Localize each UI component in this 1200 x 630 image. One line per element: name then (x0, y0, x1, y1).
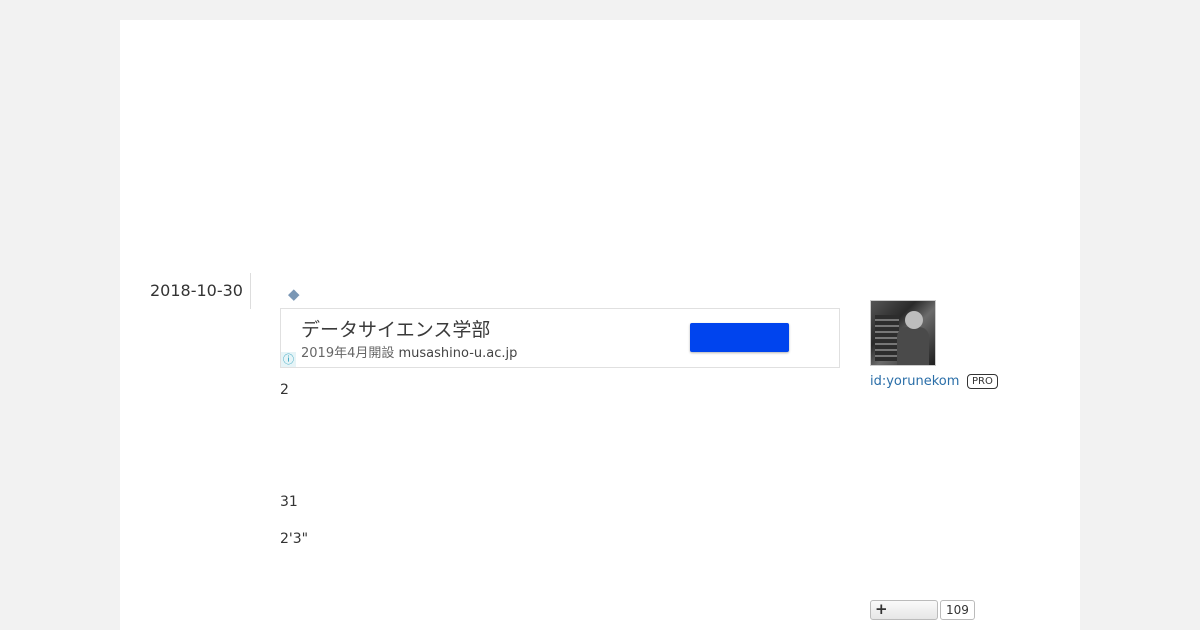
entry-text-line: 31 (280, 494, 298, 510)
avatar-background (875, 315, 899, 361)
plus-icon: + (875, 600, 888, 618)
date-divider (250, 273, 251, 309)
avatar-figure-head (905, 311, 923, 329)
entry-date[interactable]: 2018-10-30 (150, 281, 243, 300)
blog-page: 2018-10-30 ◆ データサイエンス学部 2019年4月開設 musash… (120, 20, 1080, 630)
ad-subtitle: 2019年4月開設 musashino-u.ac.jp (301, 342, 517, 361)
avatar-figure-body (897, 327, 929, 365)
entry-text-line: 2'3" (280, 531, 309, 547)
add-bookmark-button[interactable]: + (870, 600, 938, 620)
diamond-icon: ◆ (288, 285, 300, 303)
ad-domain: musashino-u.ac.jp (398, 346, 518, 361)
pro-badge: PRO (967, 374, 998, 389)
entry-text-line: 2 (280, 382, 289, 398)
info-icon[interactable]: ⓘ (281, 352, 296, 367)
bookmark-count[interactable]: 109 (940, 600, 975, 620)
avatar[interactable] (870, 300, 936, 366)
ad-cta-button[interactable] (690, 323, 789, 352)
user-id-link[interactable]: id:yorunekom (870, 374, 959, 389)
ad-title[interactable]: データサイエンス学部 (301, 315, 490, 342)
ad-subtitle-text: 2019年4月開設 (301, 346, 395, 361)
ad-banner[interactable]: データサイエンス学部 2019年4月開設 musashino-u.ac.jp ⓘ (280, 308, 840, 368)
